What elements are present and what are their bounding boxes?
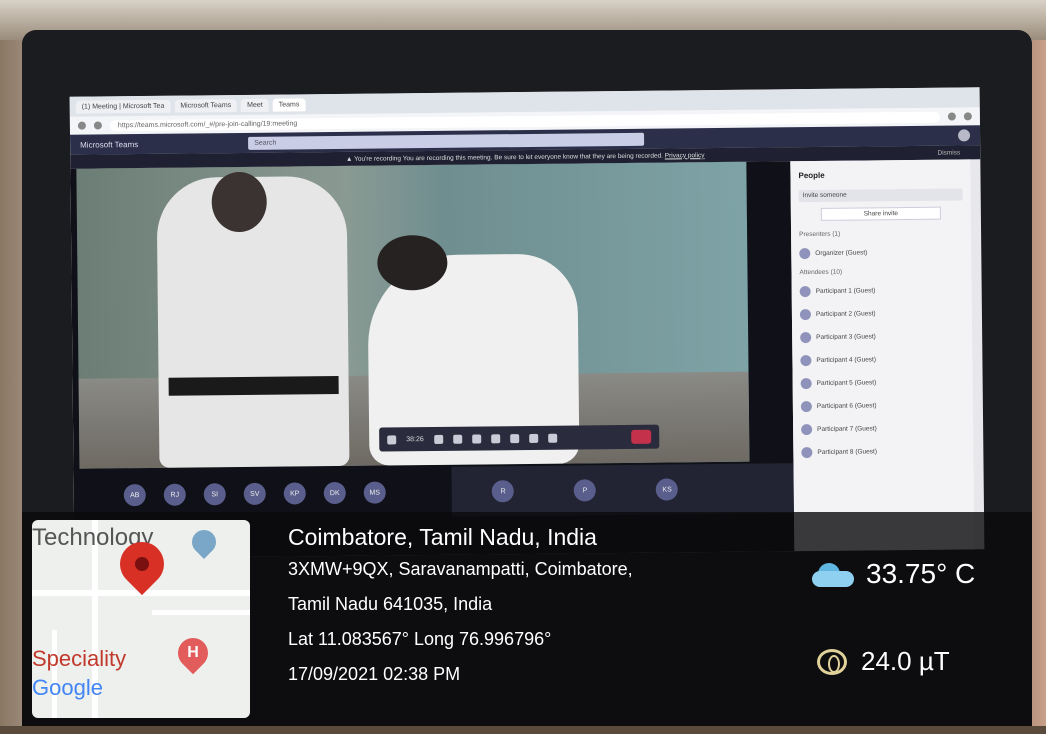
participant-row[interactable]: Participant 1 (Guest)	[792, 278, 972, 303]
cloud-icon	[812, 561, 854, 587]
dismiss-button[interactable]: Dismiss	[937, 149, 960, 156]
avatar	[800, 355, 812, 367]
participant-row[interactable]: Organizer (Guest)	[791, 240, 971, 265]
participant-row[interactable]: Participant 5 (Guest)	[793, 370, 973, 395]
address-line: 3XMW+9QX, Saravanampatti, Coimbatore,	[288, 559, 633, 579]
hang-up-button[interactable]	[631, 429, 652, 444]
graduation-cap-icon	[187, 525, 221, 559]
participant-avatar[interactable]: SI	[203, 483, 226, 506]
magnetic-field: 24.0 µT	[817, 646, 950, 677]
call-controls: 38:26	[379, 424, 660, 452]
weather: 33.75° C	[812, 558, 975, 590]
desk-edge	[0, 726, 1046, 734]
participant-avatar[interactable]: RJ	[163, 483, 186, 506]
participant-avatar[interactable]: P	[573, 479, 597, 502]
address-line: Tamil Nadu 641035, India	[288, 594, 493, 614]
avatar	[799, 309, 811, 321]
laptop-screen: (1) Meeting | Microsoft Tea Microsoft Te…	[69, 87, 985, 559]
browser-tab[interactable]: Microsoft Teams	[174, 98, 238, 113]
address-block: Coimbatore, Tamil Nadu, India 3XMW+9QX, …	[288, 524, 633, 685]
main-video: 38:26	[76, 161, 750, 469]
participant-row[interactable]: Participant 2 (Guest)	[792, 301, 972, 326]
participant-avatar[interactable]: DK	[323, 481, 346, 505]
share-icon[interactable]	[471, 433, 481, 444]
chat-icon[interactable]	[528, 433, 538, 443]
avatar	[800, 378, 812, 390]
datetime: 17/09/2021 02:38 PM	[288, 664, 461, 684]
refresh-icon[interactable]	[93, 121, 102, 130]
browser-tab[interactable]: Meet	[241, 98, 269, 112]
geotag-overlay: Technology Speciality H Google Coimbator…	[22, 512, 1032, 726]
participant-avatar[interactable]: AB	[123, 484, 146, 507]
hospital-pin-icon: H	[171, 631, 215, 675]
person-instructor	[156, 171, 350, 468]
avatar	[800, 332, 812, 344]
share-invite-button[interactable]: Share invite	[820, 206, 941, 221]
participant-avatar[interactable]: KP	[283, 482, 306, 505]
map-label-speciality: Speciality	[32, 646, 127, 671]
people-panel: People Invite someone Share invite Prese…	[790, 159, 975, 552]
app-title: Microsoft Teams	[80, 139, 139, 150]
avatar	[801, 447, 813, 459]
more-actions-icon[interactable]	[490, 433, 500, 443]
participant-avatar[interactable]: KS	[655, 478, 679, 501]
avatar	[800, 401, 812, 413]
magnet-icon	[817, 648, 847, 675]
coordinates: Lat 11.083567° Long 76.996796°	[288, 629, 552, 649]
gallery-right: R P KS	[451, 463, 795, 517]
participant-row[interactable]: Participant 8 (Guest)	[793, 439, 973, 464]
browser-tab-active[interactable]: Teams	[272, 97, 306, 112]
participants-icon[interactable]	[547, 433, 557, 443]
participant-row[interactable]: Participant 7 (Guest)	[793, 416, 973, 441]
avatar	[799, 286, 811, 298]
avatar	[801, 424, 813, 436]
participant-avatar[interactable]: SV	[243, 482, 266, 505]
participant-row[interactable]: Participant 4 (Guest)	[792, 347, 972, 372]
map-thumbnail: Technology Speciality H Google	[32, 520, 250, 718]
people-title: People	[798, 170, 825, 181]
magnetic-value: 24.0 µT	[861, 646, 950, 676]
participant-avatar[interactable]: R	[491, 480, 515, 503]
mic-icon[interactable]	[452, 434, 462, 444]
google-logo: Google	[32, 675, 103, 700]
temperature: 33.75° C	[866, 558, 976, 589]
camera-icon[interactable]	[433, 434, 443, 444]
participant-avatar[interactable]: MS	[363, 481, 386, 504]
browser-tab[interactable]: (1) Meeting | Microsoft Tea	[75, 99, 171, 114]
extension-icon[interactable]	[947, 112, 956, 121]
user-avatar[interactable]	[957, 129, 971, 142]
more-icon[interactable]	[387, 434, 397, 444]
search-input[interactable]: Search	[248, 132, 645, 150]
participant-row[interactable]: Participant 3 (Guest)	[792, 324, 972, 349]
call-timer: 38:26	[406, 435, 424, 443]
participant-row[interactable]: Participant 6 (Guest)	[793, 393, 973, 418]
city-line: Coimbatore, Tamil Nadu, India	[288, 524, 597, 550]
privacy-link[interactable]: Privacy policy	[665, 152, 705, 159]
back-icon[interactable]	[77, 121, 86, 130]
meeting-stage: 38:26 AB RJ SI SV KP DK MS R P KS	[70, 161, 795, 559]
profile-icon[interactable]	[963, 112, 972, 121]
raise-hand-icon[interactable]	[509, 433, 519, 443]
recording-notice: ▲ You're recording You are recording thi…	[345, 152, 664, 163]
invite-input[interactable]: Invite someone	[798, 188, 963, 203]
avatar	[799, 248, 811, 260]
